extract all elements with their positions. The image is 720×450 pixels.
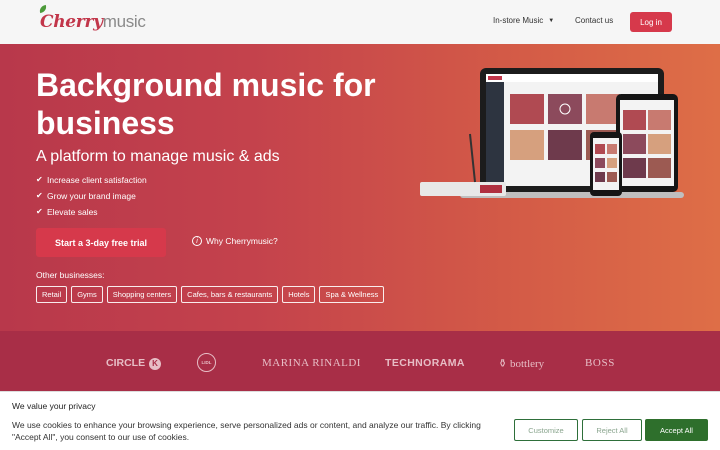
tag-retail[interactable]: Retail: [36, 286, 68, 303]
business-tags: Retail Gyms Shopping centers Cafes, bars…: [36, 286, 385, 303]
feature-item: ✔ Increase client satisfaction: [36, 172, 147, 188]
hero-title: Background music for business: [36, 67, 376, 141]
info-icon: i: [192, 236, 202, 246]
nav-instore-label: In-store Music: [493, 16, 544, 25]
login-button[interactable]: Log in: [630, 12, 672, 32]
client-logos-band: CIRCLE K LIDL MARINA RINALDI TECHNORAMA …: [0, 331, 720, 391]
logo-music-text: music: [102, 12, 146, 31]
feature-item: ✔ Grow your brand image: [36, 188, 147, 204]
tag-cafes-bars-restaurants[interactable]: Cafes, bars & restaurants: [181, 286, 279, 303]
logo-cherry-text: Cherry: [40, 12, 103, 32]
free-trial-button[interactable]: Start a 3-day free trial: [36, 228, 166, 257]
marina-rinaldi-logo: MARINA RINALDI: [262, 357, 361, 369]
site-header: Cherrymusic In-store Music ▼ Contact us L…: [0, 0, 720, 44]
tag-gyms[interactable]: Gyms: [71, 286, 103, 303]
why-cherrymusic-link[interactable]: i Why Cherrymusic?: [192, 236, 278, 246]
customize-button[interactable]: Customize: [514, 419, 578, 441]
nav-instore-music[interactable]: In-store Music ▼: [493, 16, 554, 25]
tag-spa-wellness[interactable]: Spa & Wellness: [319, 286, 385, 303]
bottlery-logo: ⚱ bottlery: [498, 358, 545, 370]
caret-down-icon: ▼: [548, 18, 555, 24]
hero-section: Background music for business A platform…: [0, 44, 720, 331]
feature-list: ✔ Increase client satisfaction ✔ Grow your…: [36, 172, 147, 220]
tag-shopping-centers[interactable]: Shopping centers: [106, 286, 178, 303]
accept-all-button[interactable]: Accept All: [645, 419, 708, 441]
feature-text: Grow your brand image: [47, 191, 136, 201]
lidl-logo: LIDL: [197, 353, 216, 372]
cookie-description: We use cookies to enhance your browsing …: [12, 420, 481, 442]
bottle-icon: ⚱: [498, 358, 508, 370]
other-businesses-label: Other businesses:: [36, 270, 105, 280]
feature-text: Elevate sales: [47, 207, 98, 217]
tablet-image: [616, 94, 678, 192]
technorama-logo: TECHNORAMA: [385, 357, 465, 369]
check-icon: ✔: [36, 191, 43, 200]
cookie-title: We value your privacy: [12, 401, 96, 411]
hero-subtitle: A platform to manage music & ads: [36, 148, 280, 165]
check-icon: ✔: [36, 207, 43, 216]
devices-illustration: [420, 68, 684, 198]
cookie-consent-banner: We value your privacy We use cookies to …: [0, 391, 720, 450]
tag-hotels[interactable]: Hotels: [282, 286, 316, 303]
nav-contact-us[interactable]: Contact us: [575, 16, 613, 25]
check-icon: ✔: [36, 175, 43, 184]
why-link-text: Why Cherrymusic?: [206, 236, 278, 246]
cherrymusic-logo[interactable]: Cherrymusic: [38, 4, 146, 32]
reject-all-button[interactable]: Reject All: [582, 419, 642, 441]
feature-text: Increase client satisfaction: [47, 175, 147, 185]
feature-item: ✔ Elevate sales: [36, 204, 147, 220]
boss-logo: BOSS: [585, 357, 615, 369]
phone-image: [590, 132, 622, 196]
circle-k-logo: CIRCLE K: [106, 357, 162, 370]
